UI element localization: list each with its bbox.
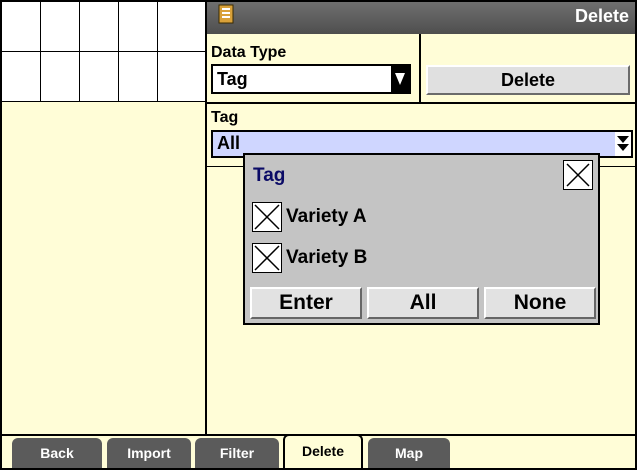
option-variety-b[interactable]: Variety B <box>252 242 367 274</box>
grid-cell[interactable] <box>158 52 206 102</box>
tab-delete[interactable]: Delete <box>283 434 363 468</box>
tab-bar: Back Import Filter Delete Map <box>2 434 635 468</box>
none-button[interactable]: None <box>484 287 596 319</box>
grid-cell[interactable] <box>158 2 206 52</box>
data-type-select[interactable]: Tag <box>211 64 411 94</box>
checkbox[interactable] <box>252 243 282 273</box>
checkbox[interactable] <box>252 202 282 232</box>
grid-cell[interactable] <box>119 52 158 102</box>
option-label: Variety B <box>286 247 368 268</box>
enter-button[interactable]: Enter <box>250 287 362 319</box>
close-button[interactable] <box>563 160 593 190</box>
double-chevron-down-icon <box>615 132 631 156</box>
check-x-icon <box>254 204 280 230</box>
dropdown-arrow-icon <box>391 66 409 92</box>
page-title: Delete <box>574 6 629 26</box>
layout-grid <box>2 2 206 102</box>
tag-dialog: Tag Variety A Variety B Enter All None <box>243 153 600 325</box>
all-button[interactable]: All <box>367 287 479 319</box>
screen: Delete Data Type Tag Delete Tag All Tag <box>2 2 635 468</box>
tab-back[interactable]: Back <box>12 438 102 468</box>
grid-cell[interactable] <box>41 2 80 52</box>
tab-import[interactable]: Import <box>107 438 191 468</box>
grid-cell[interactable] <box>80 2 119 52</box>
tab-map[interactable]: Map <box>368 438 450 468</box>
data-manager-icon <box>218 4 234 24</box>
delete-button[interactable]: Delete <box>426 65 630 95</box>
title-bar: Delete <box>207 2 635 34</box>
grid-cell[interactable] <box>2 2 41 52</box>
dialog-title: Tag <box>253 165 286 186</box>
grid-cell[interactable] <box>2 52 41 102</box>
tab-filter[interactable]: Filter <box>195 438 279 468</box>
option-label: Variety A <box>286 206 367 227</box>
divider <box>205 2 207 434</box>
data-type-label: Data Type <box>211 44 287 61</box>
check-x-icon <box>254 245 280 271</box>
data-type-value: Tag <box>217 69 248 89</box>
divider <box>419 34 421 102</box>
divider <box>207 102 635 104</box>
grid-cell[interactable] <box>119 2 158 52</box>
close-icon <box>566 163 590 187</box>
grid-cell[interactable] <box>41 52 80 102</box>
option-variety-a[interactable]: Variety A <box>252 201 367 233</box>
tag-value: All <box>217 133 241 153</box>
tag-label: Tag <box>211 109 239 126</box>
grid-cell[interactable] <box>80 52 119 102</box>
